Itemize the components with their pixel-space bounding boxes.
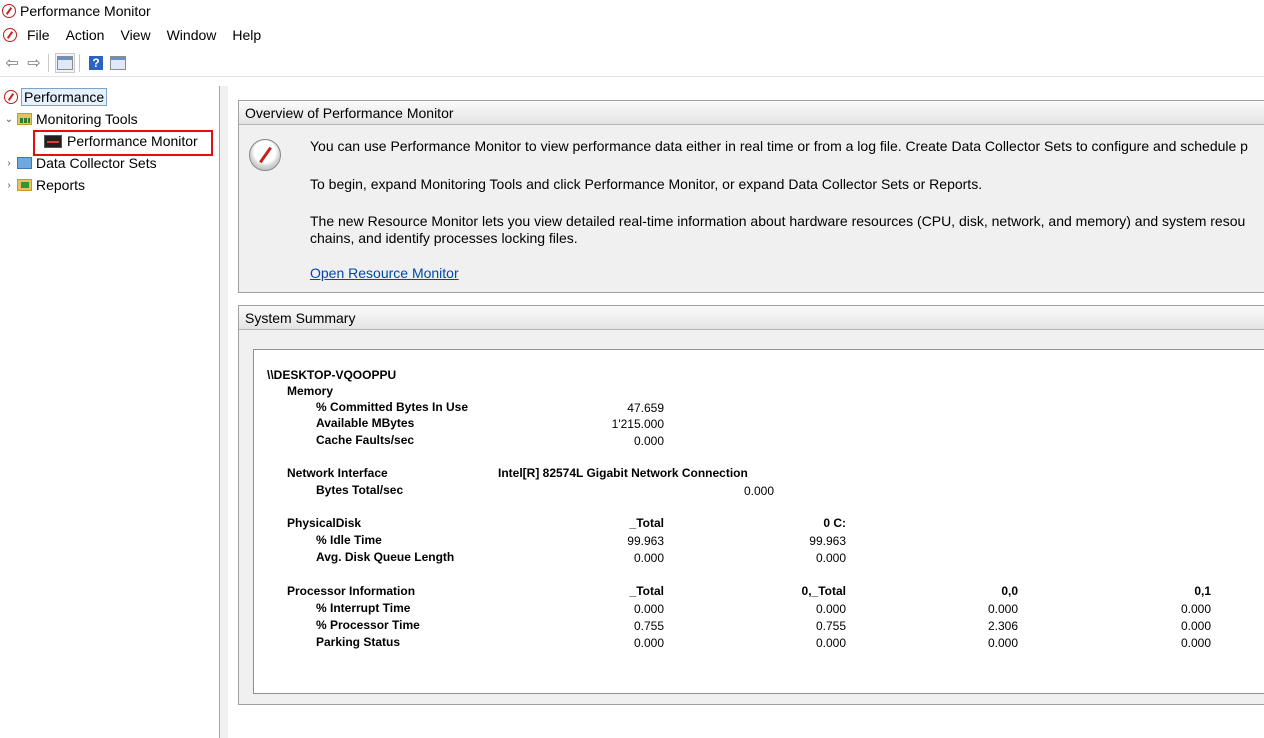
instance-header: _Total bbox=[629, 584, 664, 598]
counter-value: 0.000 bbox=[987, 636, 1018, 650]
title-bar: Performance Monitor bbox=[0, 0, 1264, 22]
counter-value: 0.000 bbox=[1180, 602, 1211, 616]
overview-paragraph-3b: chains, and identify processes locking f… bbox=[310, 230, 578, 246]
processor-information-label: Processor Information bbox=[287, 584, 416, 598]
chevron-right-icon[interactable]: › bbox=[3, 180, 15, 191]
overview-header[interactable]: Overview of Performance Monitor bbox=[239, 101, 1264, 125]
counter-value: 1'215.000 bbox=[611, 417, 664, 431]
chevron-down-icon[interactable]: ⌄ bbox=[3, 114, 15, 125]
counter-value: 0.000 bbox=[633, 434, 664, 448]
counter-name: % Interrupt Time bbox=[316, 601, 411, 615]
counter-value: 0.000 bbox=[633, 551, 664, 565]
performance-gauge-icon bbox=[249, 139, 281, 171]
counter-value: 2.306 bbox=[987, 619, 1018, 633]
counter-value: 0.000 bbox=[1180, 619, 1211, 633]
counter-value: 0.755 bbox=[633, 619, 664, 633]
counter-value: 0.000 bbox=[743, 484, 774, 498]
overview-panel: Overview of Performance Monitor You can … bbox=[238, 100, 1264, 293]
content-pane: Overview of Performance Monitor You can … bbox=[228, 86, 1264, 738]
system-summary-header[interactable]: System Summary bbox=[239, 306, 1264, 330]
counter-name: Parking Status bbox=[316, 635, 401, 649]
counter-name: Cache Faults/sec bbox=[316, 433, 415, 447]
performance-monitor-app-icon bbox=[2, 4, 16, 18]
menu-action[interactable]: Action bbox=[58, 27, 113, 43]
counter-name: Avg. Disk Queue Length bbox=[316, 550, 455, 564]
counter-value: 0.000 bbox=[633, 636, 664, 650]
counter-value: 0.000 bbox=[815, 636, 846, 650]
system-summary-panel: System Summary \\DESKTOP-VQOOPPU Memory … bbox=[238, 305, 1264, 705]
counter-name: % Processor Time bbox=[316, 618, 420, 632]
counter-value: 0.000 bbox=[815, 551, 846, 565]
reports-folder-icon bbox=[17, 179, 32, 191]
machine-name: \\DESKTOP-VQOOPPU bbox=[267, 368, 397, 382]
properties-icon[interactable] bbox=[108, 53, 128, 73]
counter-name: Available MBytes bbox=[316, 416, 415, 430]
memory-label: Memory bbox=[287, 384, 334, 398]
data-collector-sets-icon bbox=[17, 157, 32, 169]
counter-value: 0.000 bbox=[633, 602, 664, 616]
instance-header: 0,0 bbox=[1001, 584, 1018, 598]
counter-value: 0.000 bbox=[1180, 636, 1211, 650]
monitoring-tools-folder-icon bbox=[17, 113, 32, 125]
menu-help[interactable]: Help bbox=[224, 27, 269, 43]
counter-name: Bytes Total/sec bbox=[316, 483, 404, 497]
system-menu-icon[interactable] bbox=[3, 27, 17, 42]
counter-value: 0.000 bbox=[815, 602, 846, 616]
instance-header: _Total bbox=[629, 516, 664, 530]
tree-item-reports-label: Reports bbox=[36, 177, 86, 193]
counter-name: % Committed Bytes In Use bbox=[316, 400, 469, 414]
menu-window[interactable]: Window bbox=[159, 27, 225, 43]
instance-header: 0 C: bbox=[823, 516, 846, 530]
tree-item-monitoring-tools[interactable]: ⌄ Monitoring Tools bbox=[3, 110, 138, 128]
tree-item-data-collector-sets-label: Data Collector Sets bbox=[36, 155, 157, 171]
counter-value: 0.000 bbox=[987, 602, 1018, 616]
counter-value: 47.659 bbox=[627, 401, 664, 415]
menu-view[interactable]: View bbox=[112, 27, 158, 43]
network-interface-label: Network Interface bbox=[287, 466, 388, 480]
highlight-box bbox=[33, 130, 213, 156]
console-tree: Performance ⌄ Monitoring Tools Performan… bbox=[0, 86, 218, 738]
open-resource-monitor-link[interactable]: Open Resource Monitor bbox=[310, 265, 459, 281]
instance-header: 0,1 bbox=[1194, 584, 1211, 598]
tree-item-performance-label: Performance bbox=[21, 88, 108, 106]
tree-item-reports[interactable]: › Reports bbox=[3, 176, 85, 194]
overview-paragraph-2: To begin, expand Monitoring Tools and cl… bbox=[310, 176, 983, 192]
tree-item-monitoring-tools-label: Monitoring Tools bbox=[36, 111, 138, 127]
counter-value: 99.963 bbox=[627, 534, 664, 548]
menu-file[interactable]: File bbox=[19, 27, 58, 43]
network-instance: Intel[R] 82574L Gigabit Network Connecti… bbox=[498, 466, 748, 480]
instance-header: 0,_Total bbox=[801, 584, 846, 598]
menu-bar: File Action View Window Help bbox=[0, 23, 1264, 46]
counter-value: 99.963 bbox=[809, 534, 846, 548]
toolbar-separator bbox=[48, 54, 49, 72]
tree-item-performance[interactable]: Performance bbox=[2, 88, 108, 106]
back-arrow-icon[interactable]: ⇦ bbox=[2, 53, 22, 73]
performance-icon bbox=[4, 90, 18, 104]
console-tree-icon[interactable] bbox=[55, 53, 75, 73]
help-icon[interactable]: ? bbox=[86, 53, 106, 73]
overview-paragraph-1: You can use Performance Monitor to view … bbox=[310, 138, 1248, 154]
overview-paragraph-3a: The new Resource Monitor lets you view d… bbox=[310, 213, 1246, 229]
system-summary-report: \\DESKTOP-VQOOPPU Memory % Committed Byt… bbox=[253, 349, 1264, 694]
physical-disk-label: PhysicalDisk bbox=[287, 516, 362, 530]
forward-arrow-icon[interactable]: ⇨ bbox=[24, 53, 44, 73]
toolbar: ⇦ ⇨ ? bbox=[0, 50, 1264, 77]
counter-name: % Idle Time bbox=[316, 533, 382, 547]
window-title: Performance Monitor bbox=[20, 3, 151, 19]
toolbar-separator bbox=[79, 54, 80, 72]
counter-value: 0.755 bbox=[815, 619, 846, 633]
chevron-right-icon[interactable]: › bbox=[3, 158, 15, 169]
tree-item-data-collector-sets[interactable]: › Data Collector Sets bbox=[3, 154, 157, 172]
